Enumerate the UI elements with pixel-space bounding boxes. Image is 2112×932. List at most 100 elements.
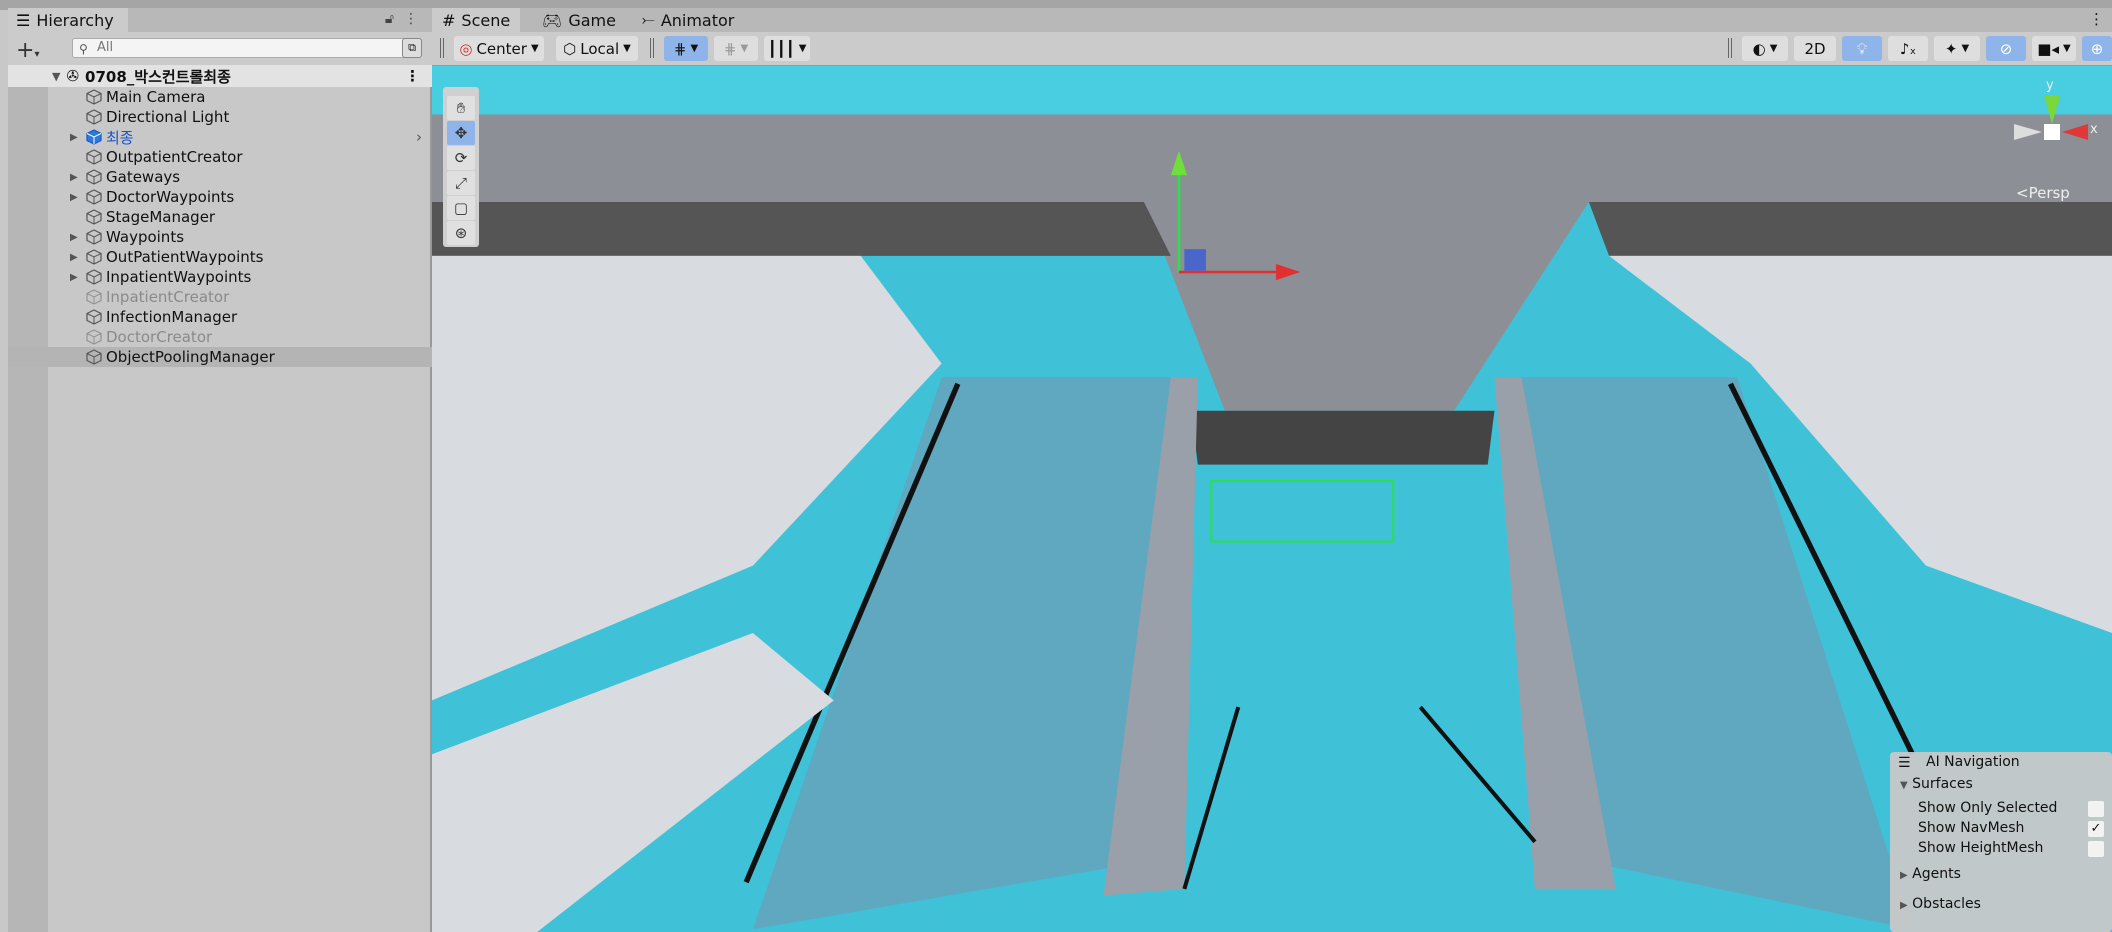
2d-toggle[interactable]: 2D xyxy=(1794,36,1836,61)
hierarchy-item[interactable]: ▶ DoctorWaypoints xyxy=(8,187,432,207)
scale-tool-icon[interactable]: ⤢ xyxy=(447,171,475,195)
drag-handle[interactable] xyxy=(440,38,444,58)
lightbulb-icon: 💡︎ xyxy=(1856,39,1868,58)
grid-icon: # xyxy=(442,10,456,30)
search-input[interactable]: ⚲ All xyxy=(72,38,412,58)
prefab-icon xyxy=(86,129,102,145)
scene-render xyxy=(432,66,2112,932)
gameobject-icon xyxy=(86,349,102,365)
pivot-dropdown[interactable]: ◎ Center ▼ xyxy=(454,36,544,61)
lock-icon[interactable]: 🔓︎ xyxy=(385,11,394,27)
drag-handle-icon[interactable]: ☰ xyxy=(1898,755,1911,771)
scene-viewport[interactable] xyxy=(432,66,2112,932)
hierarchy-item[interactable]: Main Camera xyxy=(8,87,432,107)
expand-arrow-icon[interactable]: ▶ xyxy=(70,192,78,203)
transform-tool-icon[interactable]: ⊛ xyxy=(447,221,475,245)
scene-visibility-toggle[interactable]: ⊘ xyxy=(1986,36,2026,61)
hierarchy-item[interactable]: ▶ InpatientWaypoints xyxy=(8,267,432,287)
show-navmesh-checkbox[interactable]: ✓ xyxy=(2088,821,2104,837)
expand-arrow-icon[interactable]: ▶ xyxy=(70,132,78,143)
tools-overlay: ✋︎ ✥ ⟳ ⤢ ▢ ⊛ xyxy=(443,87,479,247)
grid-snap-button[interactable]: ⋕ ▼ xyxy=(664,36,708,61)
hierarchy-item-label: Waypoints xyxy=(106,228,185,246)
scene-root[interactable]: ▼ ✇ 0708_박스컨트롤최종 ⋮ xyxy=(8,65,432,87)
hierarchy-item[interactable]: ▶ Gateways xyxy=(8,167,432,187)
gizmo-y-label: y xyxy=(2046,78,2054,93)
effects-icon: ✦ xyxy=(1944,39,1958,58)
gizmo-center[interactable] xyxy=(2044,124,2060,140)
expand-arrow-icon[interactable]: ▶ xyxy=(70,272,78,283)
audio-toggle[interactable]: ♪ₓ xyxy=(1888,36,1928,61)
tab-animator[interactable]: ⤚ Animator xyxy=(632,8,744,32)
hierarchy-list: Main Camera Directional Light ▶ 최종 › Outpatie… xyxy=(8,87,432,367)
orientation-gizmo[interactable]: y x xyxy=(2010,78,2100,170)
expand-arrow-icon[interactable]: ▶ xyxy=(70,232,78,243)
gameobject-icon xyxy=(86,289,102,305)
gameobject-icon xyxy=(86,249,102,265)
expand-arrow-icon[interactable]: ▶ xyxy=(70,172,78,183)
move-tool-icon[interactable]: ✥ xyxy=(447,121,475,145)
scene-toolbar: ◎ Center ▼ ⬡ Local ▼ ⋕ ▼ ⋕ ▼ ┃┃┃ ▼ ◐ ▼ 2D 💡︎ ♪ₓ … xyxy=(432,32,2112,66)
tab-game[interactable]: 🎮︎ Game xyxy=(532,8,626,32)
collapse-arrow-icon[interactable]: ▼ xyxy=(52,70,60,83)
hierarchy-item-label: StageManager xyxy=(106,208,216,226)
scene-menu-icon[interactable]: ⋮ xyxy=(405,67,420,85)
hand-tool-icon[interactable]: ✋︎ xyxy=(447,96,475,120)
more-icon[interactable]: ⋮ xyxy=(404,11,418,27)
hierarchy-item[interactable]: ▶ 최종 › xyxy=(8,127,432,147)
camera-dropdown[interactable]: ■◂ ▼ xyxy=(2032,36,2076,61)
gameobject-icon xyxy=(86,329,102,345)
effects-dropdown[interactable]: ✦ ▼ xyxy=(1934,36,1980,61)
space-dropdown[interactable]: ⬡ Local ▼ xyxy=(556,36,638,61)
hierarchy-item[interactable]: InpatientCreator xyxy=(8,287,432,307)
draw-mode-dropdown[interactable]: ◐ ▼ xyxy=(1742,36,1788,61)
hierarchy-item[interactable]: ▶ Waypoints xyxy=(8,227,432,247)
surfaces-foldout[interactable]: ▼ Surfaces xyxy=(1900,776,1973,792)
scene-search-button[interactable]: ⧉ xyxy=(402,38,422,58)
agents-foldout[interactable]: ▶ Agents xyxy=(1900,866,1961,882)
hierarchy-item-label: InpatientCreator xyxy=(106,288,230,306)
hierarchy-item[interactable]: Directional Light xyxy=(8,107,432,127)
hierarchy-item-label: ObjectPoolingManager xyxy=(106,348,275,366)
show-heightmesh-row: Show HeightMesh xyxy=(1918,840,2104,857)
hierarchy-item-label: Gateways xyxy=(106,168,181,186)
chevron-right-icon[interactable]: › xyxy=(416,128,422,146)
increment-snap-button[interactable]: ⋕ ▼ xyxy=(714,36,758,61)
hierarchy-item-label: OutpatientCreator xyxy=(106,148,243,166)
hierarchy-item-label: Directional Light xyxy=(106,108,230,126)
ceiling-edge xyxy=(1588,202,2112,256)
show-navmesh-row: Show NavMesh ✓ xyxy=(1918,820,2104,837)
search-icon: ⚲ xyxy=(79,42,88,56)
grid-visibility-button[interactable]: ┃┃┃ ▼ xyxy=(764,36,810,61)
gizmo-x-cone xyxy=(2062,124,2088,140)
hierarchy-item[interactable]: InfectionManager xyxy=(8,307,432,327)
hierarchy-item[interactable]: ▶ OutPatientWaypoints xyxy=(8,247,432,267)
lighting-toggle[interactable]: 💡︎ xyxy=(1842,36,1882,61)
separator xyxy=(1728,38,1732,58)
gizmos-dropdown[interactable]: ⊕ xyxy=(2082,36,2112,61)
hierarchy-item[interactable]: DoctorCreator xyxy=(8,327,432,347)
gameobject-icon xyxy=(86,109,102,125)
create-button[interactable]: +▾ xyxy=(16,38,39,63)
more-icon[interactable]: ⋮ xyxy=(2089,10,2104,28)
gameobject-icon xyxy=(86,89,102,105)
gizmo-icon: ⊕ xyxy=(2090,39,2104,58)
tab-scene[interactable]: # Scene xyxy=(432,8,521,32)
hierarchy-item-label: DoctorCreator xyxy=(106,328,213,346)
gizmo-x-label: x xyxy=(2090,122,2098,137)
gameobject-icon xyxy=(86,229,102,245)
rect-tool-icon[interactable]: ▢ xyxy=(447,196,475,220)
rotate-tool-icon[interactable]: ⟳ xyxy=(447,146,475,170)
hierarchy-item[interactable]: ObjectPoolingManager xyxy=(8,347,432,367)
show-only-selected-checkbox[interactable] xyxy=(2088,801,2104,817)
show-heightmesh-checkbox[interactable] xyxy=(2088,841,2104,857)
gameobject-icon xyxy=(86,169,102,185)
obstacles-foldout[interactable]: ▶ Obstacles xyxy=(1900,896,1981,912)
upper-floor xyxy=(432,66,2112,115)
hierarchy-item[interactable]: OutpatientCreator xyxy=(8,147,432,167)
gizmo-y-cone xyxy=(2044,96,2060,124)
tab-hierarchy[interactable]: ☰ Hierarchy xyxy=(8,8,128,32)
hierarchy-item[interactable]: StageManager xyxy=(8,207,432,227)
expand-arrow-icon[interactable]: ▶ xyxy=(70,252,78,263)
projection-label[interactable]: <Persp xyxy=(2016,184,2070,202)
